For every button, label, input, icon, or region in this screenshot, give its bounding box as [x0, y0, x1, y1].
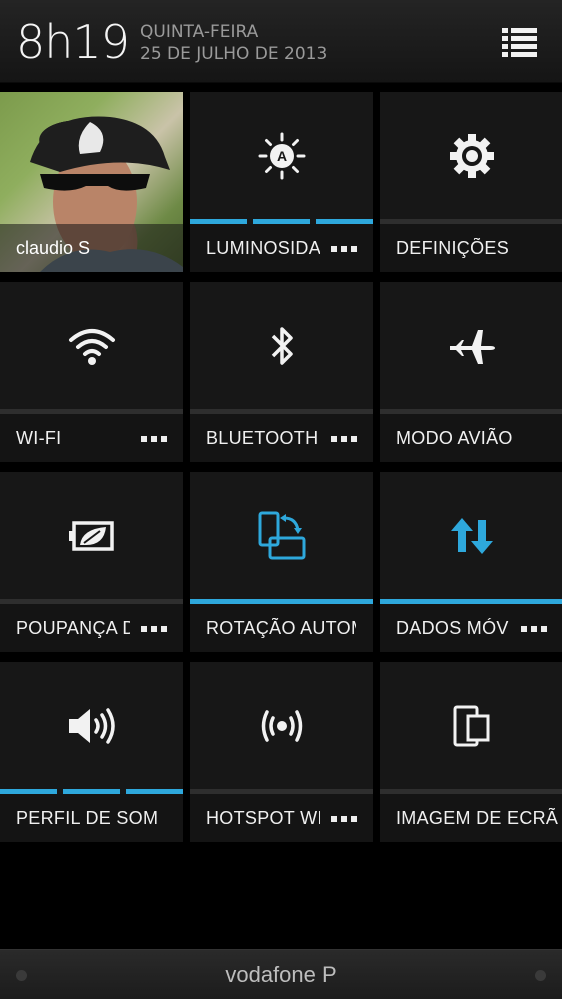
- more-options-icon[interactable]: [331, 436, 357, 442]
- auto-brightness-icon: A: [190, 92, 373, 220]
- label-row: HOTSPOT WI-FI: [190, 794, 373, 842]
- more-options-icon[interactable]: [141, 626, 167, 632]
- clock: 8h19: [16, 15, 130, 69]
- tile-label: HOTSPOT WI-FI: [206, 808, 320, 828]
- tile-mobile-data[interactable]: DADOS MÓVEIS: [380, 472, 562, 652]
- tile-label: DADOS MÓVEIS: [396, 618, 510, 638]
- label-row: POUPANÇA DE ENERGIA: [0, 604, 183, 652]
- full-date: 25 DE JULHO DE 2013: [140, 44, 328, 64]
- list-menu-icon: [502, 28, 537, 57]
- tile-hotspot[interactable]: HOTSPOT WI-FI: [190, 662, 373, 842]
- speaker-icon: [0, 662, 183, 790]
- label-row: IMAGEM DE ECRÃ: [380, 794, 562, 842]
- label-row: ROTAÇÃO AUTOMÁTICA: [190, 604, 373, 652]
- tile-label: PERFIL DE SOM: [16, 808, 159, 828]
- tile-label: MODO AVIÃO: [396, 428, 513, 448]
- airplane-icon: [380, 282, 562, 410]
- tile-settings[interactable]: DEFINIÇÕES: [380, 92, 562, 272]
- footer-dot-right: [535, 970, 546, 981]
- gear-icon: [380, 92, 562, 220]
- label-row: DADOS MÓVEIS: [380, 604, 562, 652]
- wifi-icon: [0, 282, 183, 410]
- tile-label: DEFINIÇÕES: [396, 238, 510, 258]
- tile-label: IMAGEM DE ECRÃ: [396, 808, 559, 828]
- data-arrows-icon: [380, 472, 562, 600]
- battery-leaf-icon: [0, 472, 183, 600]
- label-row: LUMINOSIDADE: [190, 224, 373, 272]
- tile-power-saver[interactable]: POUPANÇA DE ENERGIA: [0, 472, 183, 652]
- tile-sound-profile[interactable]: PERFIL DE SOM: [0, 662, 183, 842]
- profile-label: claudio S: [0, 224, 183, 272]
- more-options-icon[interactable]: [521, 626, 547, 632]
- tile-airplane-mode[interactable]: MODO AVIÃO: [380, 282, 562, 462]
- carrier-footer: vodafone P: [0, 949, 562, 999]
- tile-label: LUMINOSIDADE: [206, 238, 320, 258]
- label-row: PERFIL DE SOM: [0, 794, 183, 842]
- list-menu-button[interactable]: [496, 22, 542, 62]
- label-row: MODO AVIÃO: [380, 414, 562, 462]
- hotspot-icon: [190, 662, 373, 790]
- label-row: BLUETOOTH: [190, 414, 373, 462]
- svg-text:A: A: [276, 148, 286, 164]
- tile-bluetooth[interactable]: BLUETOOTH: [190, 282, 373, 462]
- carrier-name: vodafone P: [225, 962, 337, 987]
- tile-label: BLUETOOTH: [206, 428, 319, 448]
- label-row: DEFINIÇÕES: [380, 224, 562, 272]
- tile-auto-rotate[interactable]: ROTAÇÃO AUTOMÁTICA: [190, 472, 373, 652]
- status-header: 8h19 QUINTA-FEIRA 25 DE JULHO DE 2013: [0, 0, 562, 83]
- rotate-screen-icon: [190, 472, 373, 600]
- weekday: QUINTA-FEIRA: [140, 22, 259, 42]
- screen-mirror-icon: [380, 662, 562, 790]
- label-row: WI-FI: [0, 414, 183, 462]
- date-block: QUINTA-FEIRA 25 DE JULHO DE 2013: [140, 21, 327, 65]
- bluetooth-icon: [190, 282, 373, 410]
- profile-name: claudio S: [16, 238, 91, 258]
- more-options-icon[interactable]: [141, 436, 167, 442]
- tile-label: WI-FI: [16, 428, 62, 448]
- tile-label: POUPANÇA DE ENERGIA: [16, 618, 130, 638]
- tile-wifi[interactable]: WI-FI: [0, 282, 183, 462]
- tile-brightness[interactable]: A LUMINOSIDADE: [190, 92, 373, 272]
- tile-label: ROTAÇÃO AUTOMÁTICA: [206, 618, 356, 638]
- more-options-icon[interactable]: [331, 816, 357, 822]
- tile-screen-mirror[interactable]: IMAGEM DE ECRÃ: [380, 662, 562, 842]
- more-options-icon[interactable]: [331, 246, 357, 252]
- tile-profile[interactable]: claudio S: [0, 92, 183, 272]
